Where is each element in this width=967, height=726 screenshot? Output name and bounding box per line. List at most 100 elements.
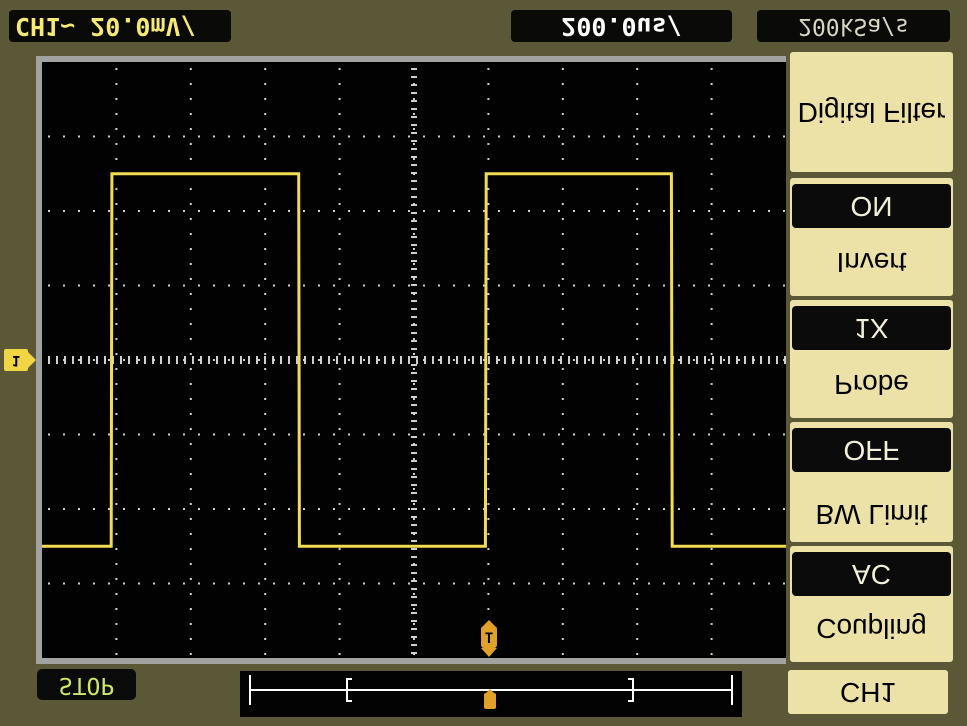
- grid-dot: [213, 210, 215, 212]
- grid-dot: [423, 433, 425, 436]
- grid-dot: [288, 582, 290, 585]
- grid-dot: [487, 368, 490, 370]
- grid-dot: [487, 413, 490, 415]
- grid-dot: [663, 433, 665, 436]
- grid-dot: [738, 359, 740, 361]
- grid-dot: [710, 518, 713, 520]
- channel-1-button[interactable]: CH1: [788, 670, 948, 714]
- grid-dot: [333, 433, 335, 436]
- center-tick: [411, 124, 417, 126]
- grid-dot: [153, 210, 155, 212]
- grid-dot: [333, 135, 335, 138]
- grid-dot: [338, 443, 341, 445]
- center-tick: [120, 356, 122, 364]
- center-tick: [411, 572, 417, 574]
- grid-dot: [378, 582, 380, 585]
- grid-dot: [768, 284, 770, 287]
- grid-dot: [123, 135, 125, 138]
- trigger-position-marker[interactable]: T: [478, 620, 500, 658]
- grid-dot: [768, 210, 770, 212]
- center-tick: [411, 468, 417, 470]
- center-tick: [104, 356, 106, 364]
- channel-scale-indicator[interactable]: CH1~ 20.0mV/: [9, 10, 231, 42]
- grid-dot: [738, 433, 740, 436]
- grid-dot: [603, 582, 605, 585]
- menu-digital-filter[interactable]: Digital Filter: [790, 52, 953, 172]
- grid-dot: [558, 135, 560, 138]
- grid-dot: [710, 143, 713, 145]
- grid-dot: [438, 582, 440, 585]
- grid-dot: [648, 210, 650, 212]
- grid-dot: [561, 653, 564, 655]
- menu-probe[interactable]: 1X Probe: [790, 300, 953, 418]
- center-tick: [411, 612, 417, 614]
- grid-dot: [487, 203, 490, 205]
- grid-dot: [264, 563, 267, 565]
- grid-dot: [123, 582, 125, 585]
- grid-dot: [413, 263, 415, 265]
- grid-dot: [243, 582, 245, 585]
- grid-dot: [183, 433, 185, 436]
- grid-dot: [228, 582, 230, 585]
- menu-coupling-value: AC: [792, 552, 951, 596]
- center-tick: [568, 356, 570, 364]
- grid-dot: [393, 582, 395, 585]
- center-tick: [411, 404, 417, 406]
- memory-position-bar[interactable]: [240, 671, 742, 717]
- grid-dot: [561, 128, 564, 130]
- grid-dot: [338, 383, 341, 385]
- time-scale-indicator[interactable]: 200.0us/: [511, 10, 732, 42]
- sample-rate-text: 200kSa/s: [798, 13, 909, 39]
- grid-dot: [636, 503, 639, 505]
- grid-dot: [264, 578, 267, 580]
- grid-dot: [273, 284, 275, 287]
- run-state-text: STOP: [58, 671, 115, 698]
- center-tick: [368, 356, 370, 364]
- grid-dot: [710, 338, 713, 340]
- grid-dot: [264, 323, 267, 325]
- grid-dot: [618, 284, 620, 287]
- grid-dot: [338, 203, 341, 205]
- center-tick: [208, 356, 210, 364]
- grid-dot: [264, 188, 267, 190]
- grid-dot: [93, 210, 95, 212]
- grid-dot: [338, 518, 341, 520]
- grid-dot: [710, 593, 713, 595]
- grid-dot: [636, 443, 639, 445]
- grid-dot: [264, 98, 267, 100]
- menu-coupling[interactable]: AC Coupling: [790, 546, 953, 662]
- grid-dot: [115, 593, 118, 595]
- grid-dot: [189, 383, 192, 385]
- grid-dot: [78, 508, 80, 510]
- grid-dot: [338, 368, 341, 370]
- grid-dot: [338, 338, 341, 340]
- grid-dot: [115, 518, 118, 520]
- center-tick: [411, 68, 417, 70]
- grid-dot: [123, 508, 125, 510]
- grid-dot: [115, 83, 118, 85]
- grid-dot: [663, 508, 665, 510]
- center-tick: [472, 356, 474, 364]
- channel-marker-tip: [28, 352, 36, 368]
- grid-dot: [710, 98, 713, 100]
- grid-dot: [48, 284, 50, 287]
- grid-dot: [348, 508, 350, 510]
- grid-dot: [318, 210, 320, 212]
- grid-dot: [561, 158, 564, 160]
- grid-dot: [168, 135, 170, 138]
- grid-dot: [408, 135, 410, 138]
- grid-dot: [636, 653, 639, 655]
- grid-dot: [487, 608, 490, 610]
- center-tick: [720, 356, 722, 364]
- grid-dot: [710, 443, 713, 445]
- center-tick: [480, 356, 482, 364]
- grid-dot: [603, 508, 605, 510]
- menu-bw-limit[interactable]: OFF BW Limit: [790, 422, 953, 542]
- channel-1-ground-marker[interactable]: 1: [4, 349, 28, 371]
- run-state-badge[interactable]: STOP: [37, 669, 136, 700]
- grid-dot: [115, 158, 118, 160]
- grid-dot: [413, 353, 415, 355]
- menu-invert[interactable]: ON Invert: [790, 178, 953, 296]
- center-tick: [411, 532, 417, 534]
- grid-dot: [588, 284, 590, 287]
